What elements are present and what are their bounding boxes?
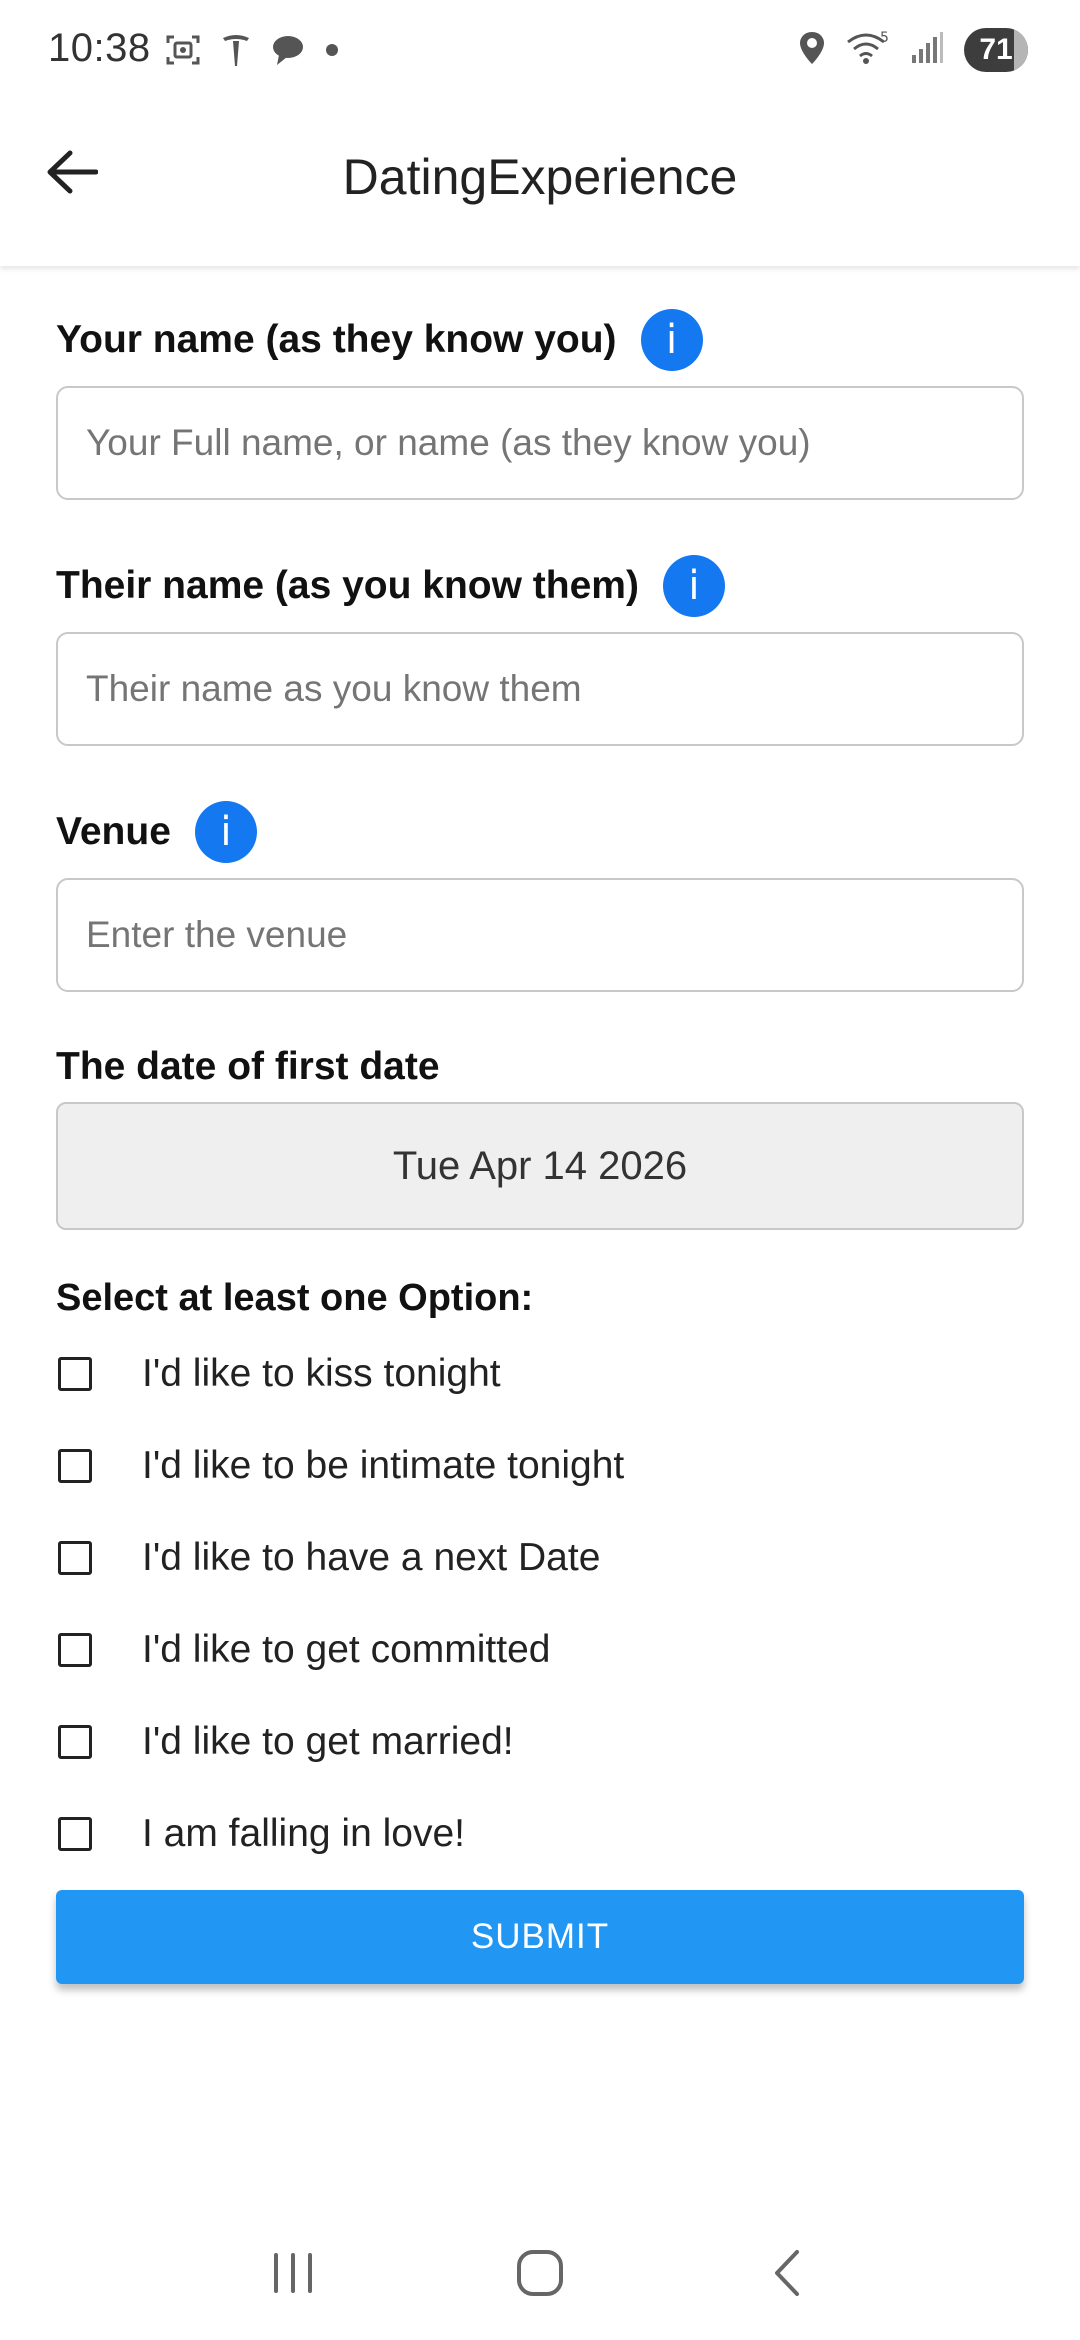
info-icon[interactable]: i xyxy=(194,801,257,863)
checkbox[interactable] xyxy=(58,1633,92,1667)
option-row[interactable]: I'd like to get committed xyxy=(56,1604,1024,1696)
status-time: 10:38 xyxy=(48,26,151,70)
status-bar: 10:38 5 71 xyxy=(0,0,1080,100)
your-name-label: Your name (as they know you) xyxy=(56,318,617,361)
their-name-input[interactable] xyxy=(56,632,1024,746)
options-title: Select at least one Option: xyxy=(56,1276,534,1319)
option-label: I'd like to have a next Date xyxy=(142,1536,601,1579)
option-row[interactable]: I'd like to be intimate tonight xyxy=(56,1420,1024,1512)
battery-icon: 71 xyxy=(964,28,1028,72)
chat-icon xyxy=(271,33,305,72)
screenshot-icon xyxy=(165,32,201,73)
option-label: I'd like to be intimate tonight xyxy=(142,1444,625,1487)
your-name-input[interactable] xyxy=(56,386,1024,500)
option-row[interactable]: I am falling in love! xyxy=(56,1788,1024,1880)
back-icon xyxy=(767,2248,807,2303)
checkbox[interactable] xyxy=(58,1357,92,1391)
status-right-icons: 5 71 xyxy=(798,28,1028,72)
venue-label-row: Venue i xyxy=(56,792,1024,872)
wifi-icon: 5 xyxy=(846,30,890,71)
info-icon[interactable]: i xyxy=(640,309,703,371)
system-nav-bar xyxy=(0,2210,1080,2340)
signal-icon xyxy=(910,31,944,70)
home-button[interactable] xyxy=(490,2225,590,2325)
location-icon xyxy=(798,30,826,71)
app-title: DatingExperience xyxy=(342,149,738,205)
your-name-label-row: Your name (as they know you) i xyxy=(56,300,1024,380)
checkbox[interactable] xyxy=(58,1541,92,1575)
dating-form: Your name (as they know you) i Their nam… xyxy=(56,300,1024,1984)
submit-button[interactable]: SUBMIT xyxy=(56,1890,1024,1984)
battery-level: 71 xyxy=(979,33,1013,66)
first-date-label: The date of first date xyxy=(56,1045,440,1088)
submit-label: SUBMIT xyxy=(470,1917,610,1956)
their-name-label-row: Their name (as you know them) i xyxy=(56,546,1024,626)
checkbox[interactable] xyxy=(58,1817,92,1851)
recent-apps-button[interactable] xyxy=(243,2225,343,2325)
venue-label: Venue xyxy=(56,810,171,853)
info-icon[interactable]: i xyxy=(662,555,725,617)
status-left-icons xyxy=(165,32,339,73)
option-label: I'd like to get committed xyxy=(142,1628,551,1671)
option-label: I'd like to get married! xyxy=(142,1720,514,1763)
dot-icon xyxy=(325,43,339,62)
first-date-picker[interactable]: Tue Apr 14 2026 xyxy=(56,1102,1024,1230)
home-icon xyxy=(515,2248,565,2303)
checkbox[interactable] xyxy=(58,1449,92,1483)
option-label: I'd like to kiss tonight xyxy=(142,1352,501,1395)
option-row[interactable]: I'd like to have a next Date xyxy=(56,1512,1024,1604)
venue-input[interactable] xyxy=(56,878,1024,992)
nav-back-button[interactable] xyxy=(737,2225,837,2325)
svg-text:5: 5 xyxy=(880,30,889,46)
checkbox[interactable] xyxy=(58,1725,92,1759)
app-bar: DatingExperience xyxy=(0,100,1080,266)
their-name-label: Their name (as you know them) xyxy=(56,564,639,607)
first-date-value: Tue Apr 14 2026 xyxy=(392,1143,688,1188)
option-row[interactable]: I'd like to get married! xyxy=(56,1696,1024,1788)
date-label-row: The date of first date xyxy=(56,1038,1024,1096)
option-label: I am falling in love! xyxy=(142,1812,465,1855)
recent-apps-icon xyxy=(268,2251,318,2300)
option-row[interactable]: I'd like to kiss tonight xyxy=(56,1328,1024,1420)
tesla-icon xyxy=(221,32,251,73)
